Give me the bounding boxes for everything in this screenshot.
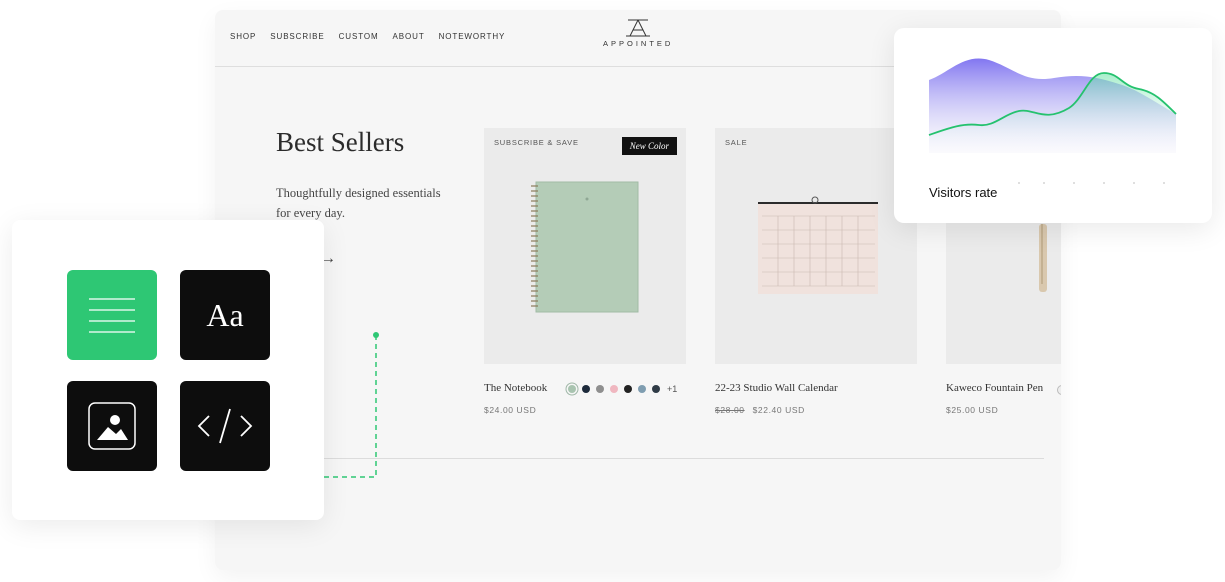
- text-lines-icon: [89, 298, 135, 333]
- section-divider: [315, 458, 1044, 459]
- sale-price: $22.40 USD: [752, 405, 805, 415]
- product-price-notebook: $24.00 USD: [484, 405, 537, 415]
- code-block-button[interactable]: [180, 381, 270, 471]
- more-swatches-count[interactable]: +1: [667, 384, 677, 394]
- logo-wordmark: APPOINTED: [603, 39, 674, 48]
- typography-icon: Aa: [206, 296, 244, 333]
- nav-link-custom[interactable]: CUSTOM: [339, 32, 379, 41]
- content-blocks-panel: Aa: [12, 220, 324, 520]
- nav-link-about[interactable]: ABOUT: [393, 32, 425, 41]
- logo-a-icon: [626, 19, 650, 37]
- swatch-blue[interactable]: [638, 385, 646, 393]
- swatch-black[interactable]: [624, 385, 632, 393]
- nav-links: SHOP SUBSCRIBE CUSTOM ABOUT NOTEWORTHY: [230, 32, 505, 41]
- section-subtitle: Thoughtfully designed essentials for eve…: [276, 186, 441, 220]
- wall-calendar-illustration: [758, 196, 878, 294]
- original-price: $28.00: [715, 405, 745, 415]
- color-swatches: +1: [568, 384, 677, 394]
- section-title: Best Sellers: [276, 127, 405, 157]
- swatch-gray[interactable]: [596, 385, 604, 393]
- swatch-charcoal[interactable]: [652, 385, 660, 393]
- product-image-calendar[interactable]: SALE: [715, 128, 917, 364]
- product-image-notebook[interactable]: SUBSCRIBE & SAVE New Color: [484, 128, 686, 364]
- text-block-button[interactable]: [67, 270, 157, 360]
- typography-block-button[interactable]: Aa: [180, 270, 270, 360]
- swatch-sage[interactable]: [568, 385, 576, 393]
- image-icon: [88, 402, 136, 450]
- swatch-partial[interactable]: [1057, 385, 1061, 395]
- nav-link-noteworthy[interactable]: NOTEWORTHY: [439, 32, 506, 41]
- notebook-illustration: [531, 181, 639, 313]
- visitors-rate-label: Visitors rate: [929, 185, 998, 200]
- nav-link-shop[interactable]: SHOP: [230, 32, 256, 41]
- product-name-calendar[interactable]: 22-23 Studio Wall Calendar: [715, 382, 838, 394]
- nav-link-subscribe[interactable]: SUBSCRIBE: [270, 32, 324, 41]
- swatch-pink[interactable]: [610, 385, 618, 393]
- product-price-pen: $25.00 USD: [946, 405, 999, 415]
- product-price-calendar: $28.00 $22.40 USD: [715, 405, 805, 415]
- visitors-rate-card: Visitors rate: [894, 28, 1212, 223]
- brand-logo[interactable]: APPOINTED: [603, 19, 673, 48]
- product-name-notebook[interactable]: The Notebook: [484, 382, 547, 394]
- image-block-button[interactable]: [67, 381, 157, 471]
- code-icon: [197, 408, 253, 444]
- swatch-navy[interactable]: [582, 385, 590, 393]
- product-name-pen[interactable]: Kaweco Fountain Pen: [946, 382, 1043, 394]
